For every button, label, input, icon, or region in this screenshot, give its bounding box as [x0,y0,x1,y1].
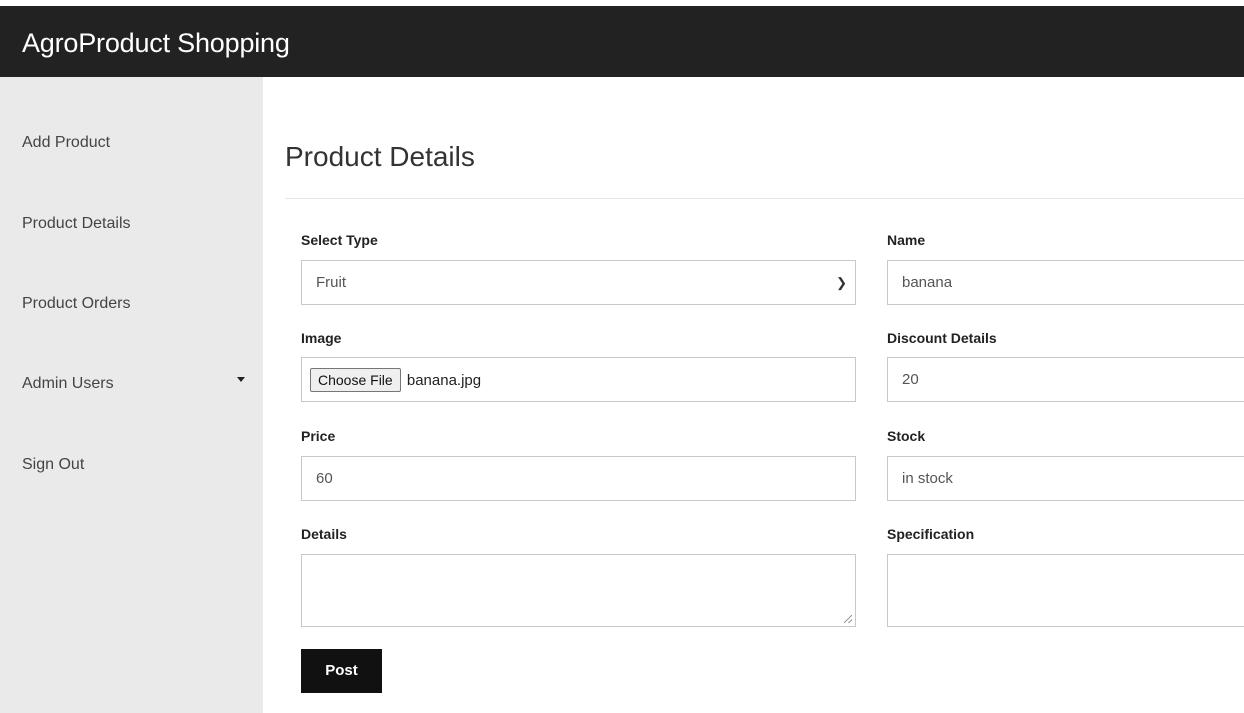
sidebar-item-sign-out[interactable]: Sign Out [22,456,84,474]
name-label: Name [887,232,926,248]
sidebar-item-product-details[interactable]: Product Details [22,215,131,233]
image-file-input[interactable]: Choose File banana.jpg [301,357,856,402]
post-button[interactable]: Post [301,649,382,693]
sidebar-item-product-orders[interactable]: Product Orders [22,295,130,313]
caret-down-icon[interactable] [237,377,245,382]
sidebar-item-add-product[interactable]: Add Product [22,134,110,152]
select-type-dropdown[interactable]: Fruit ❯ [301,260,856,305]
main-content: Product Details Select Type Fruit ❯ Imag… [263,77,1244,713]
specification-label: Specification [887,526,975,542]
price-input[interactable]: 60 [301,456,856,501]
sidebar: Add Product Product Details Product Orde… [0,77,263,713]
select-type-value: Fruit [316,274,346,291]
app-brand[interactable]: AgroProduct Shopping [22,28,290,59]
choose-file-button[interactable]: Choose File [310,368,401,393]
top-navbar: AgroProduct Shopping [0,6,1244,77]
file-name: banana.jpg [406,371,482,389]
price-label: Price [301,428,336,444]
stock-label: Stock [887,428,926,444]
discount-label: Discount Details [887,330,997,346]
name-input[interactable]: banana [887,260,1244,305]
image-label: Image [301,330,342,346]
specification-textarea[interactable] [887,554,1244,627]
details-label: Details [301,526,347,542]
stock-input[interactable]: in stock [887,456,1244,501]
divider [285,198,1244,199]
chevron-down-icon: ❯ [836,275,847,290]
page-title: Product Details [285,141,475,172]
resize-grip-icon[interactable] [844,615,852,623]
sidebar-item-admin-users[interactable]: Admin Users [22,375,114,393]
select-type-label: Select Type [301,232,378,248]
discount-input[interactable]: 20 [887,357,1244,402]
details-textarea[interactable] [301,554,856,627]
